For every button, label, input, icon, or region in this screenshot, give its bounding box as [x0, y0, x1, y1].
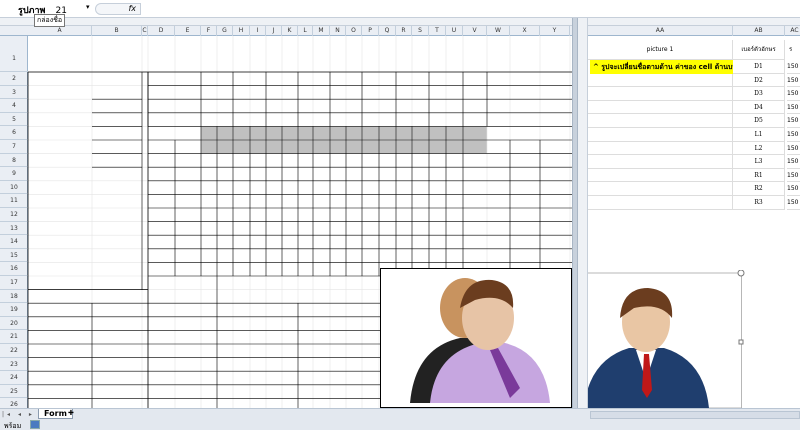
code-cell[interactable]: L1 — [733, 128, 785, 142]
insert-function-button[interactable]: fx — [95, 3, 141, 15]
ac-cell[interactable]: 150 — [787, 74, 800, 88]
ac-cell[interactable]: 150 — [787, 169, 800, 183]
aa-cell[interactable] — [588, 114, 733, 128]
code-cell[interactable]: R2 — [733, 182, 785, 196]
ruler — [588, 18, 800, 26]
ac-cell[interactable]: 150 — [787, 155, 800, 169]
code-cell[interactable]: D3 — [733, 87, 785, 101]
aa-cell[interactable] — [588, 196, 733, 210]
code-header: เบอร์ตัวอักษร — [733, 40, 785, 60]
user-icon-purple-shirt[interactable] — [380, 268, 572, 408]
status-text: พร้อม — [4, 422, 22, 430]
ac-header: ร — [789, 46, 793, 53]
row-header-strip — [578, 18, 588, 408]
name-box-dropdown-icon[interactable]: ▾ — [86, 3, 90, 11]
code-cell[interactable]: R1 — [733, 168, 785, 183]
ac-cell[interactable]: 150 — [787, 142, 800, 156]
column-header-aa[interactable]: AA — [588, 26, 733, 36]
ac-cell[interactable]: 150 — [787, 114, 800, 128]
code-cell[interactable]: D4 — [733, 100, 785, 115]
code-cell[interactable]: L3 — [733, 155, 785, 169]
right-pane: AA AB AC picture 1 เบอร์ตัวอักษร ร ^ รูป… — [588, 18, 800, 408]
code-cell[interactable]: D5 — [733, 114, 785, 128]
aa-cell[interactable] — [588, 155, 733, 169]
column-headers: AA AB AC — [588, 26, 800, 36]
code-cell[interactable]: L2 — [733, 141, 785, 156]
aa-cell[interactable] — [588, 73, 733, 88]
left-pane: ABCDEFGHIJKLMNOPQRSTUVWXY 1 2 3 4 5 6 7 8 9 10 11 1… — [0, 18, 572, 408]
code-cell[interactable]: D1 — [733, 60, 785, 74]
ac-cell[interactable]: 150 — [787, 87, 800, 101]
picture-name-header: picture 1 — [588, 40, 733, 60]
code-cell[interactable]: D2 — [733, 73, 785, 88]
ac-cell[interactable]: 150 — [787, 182, 800, 196]
insert-sheet-icon[interactable]: ✚ — [68, 409, 74, 417]
aa-cell[interactable] — [588, 182, 733, 196]
aa-cell[interactable] — [588, 87, 733, 101]
formula-bar: รูปภาพ 21 ▾ fx — [0, 0, 800, 18]
horizontal-scrollbar[interactable] — [590, 411, 800, 419]
name-box-tooltip: กล่องชื่อ — [34, 14, 66, 27]
column-header-ab[interactable]: AB — [733, 26, 785, 36]
ac-cell[interactable]: 150 — [787, 101, 800, 115]
ac-cell[interactable]: 150 — [787, 60, 800, 74]
aa-cell[interactable] — [588, 168, 733, 183]
aa-cell[interactable] — [588, 141, 733, 156]
user-icon-blue-suit[interactable] — [588, 270, 764, 408]
aa-cell[interactable] — [588, 128, 733, 142]
macro-record-icon[interactable] — [30, 420, 40, 429]
status-area: |◂ ◂ ▸ ▸| Form ✚ พร้อม — [0, 408, 800, 430]
ac-cell[interactable]: 150 — [787, 196, 800, 210]
aa-cell[interactable] — [588, 100, 733, 115]
ac-cell[interactable]: 150 — [787, 128, 800, 142]
column-header-ac[interactable]: AC — [785, 26, 800, 36]
code-cell[interactable]: R3 — [733, 196, 785, 210]
note-cell: ^ รูปจะเปลี่ยนชื่อตามด้าน ค่าของ cell ด้… — [590, 60, 733, 74]
